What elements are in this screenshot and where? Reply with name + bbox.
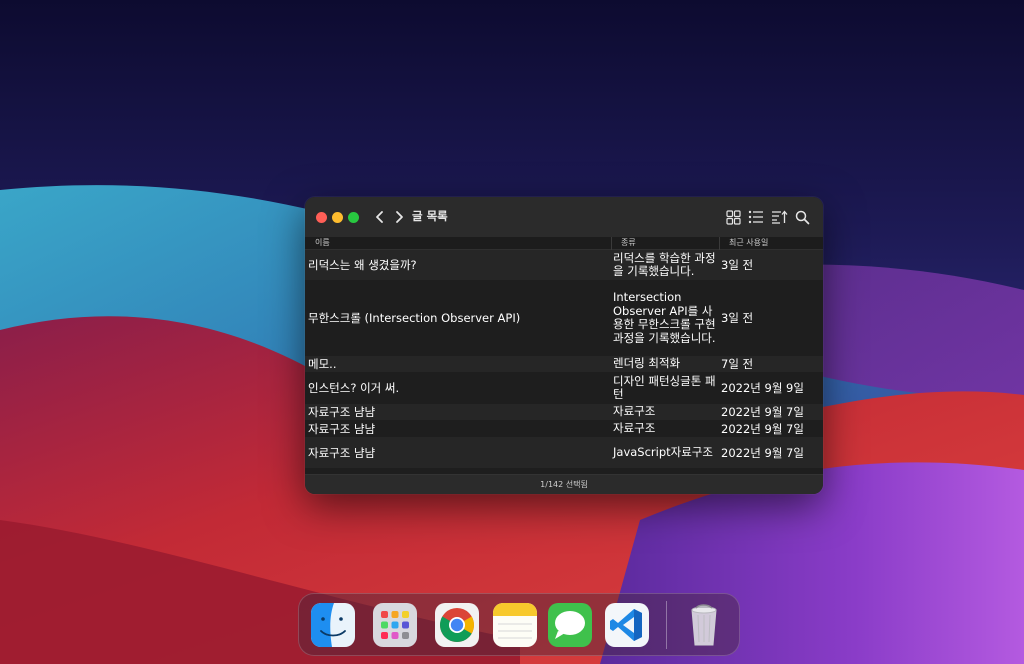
minimize-button[interactable] <box>332 212 343 223</box>
row-kind: 자료구조 <box>613 420 656 435</box>
row-name: 자료구조 냠냠 <box>308 445 376 460</box>
vscode-icon[interactable] <box>604 602 650 648</box>
sort-icon <box>771 210 787 224</box>
row-date: 2022년 9월 7일 <box>721 421 804 436</box>
window-title: 글 목록 <box>412 209 448 223</box>
trash-icon[interactable] <box>681 602 727 648</box>
row-date: 2022년 9월 9일 <box>721 381 804 395</box>
row-kind: JavaScript자료구조 <box>613 444 713 459</box>
back-button[interactable] <box>373 208 387 226</box>
column-header-name[interactable]: 이름 <box>315 238 330 248</box>
finder-window: 글 목록 이름 종류 최근 사용일 리덕스는 왜 생겼을까? 리덕스를 학습한 … <box>305 197 823 494</box>
search-icon <box>795 210 809 224</box>
maximize-button[interactable] <box>348 212 359 223</box>
launchpad-icon[interactable] <box>372 602 418 648</box>
row-name: 무한스크롤 (Intersection Observer API) <box>308 311 521 325</box>
grid-view-button[interactable] <box>724 208 742 226</box>
messages-icon[interactable] <box>547 602 593 648</box>
column-header-row: 이름 종류 최근 사용일 <box>305 237 823 250</box>
row-name: 리덕스는 왜 생겼을까? <box>308 258 417 272</box>
table-row[interactable]: 리덕스는 왜 생겼을까? 리덕스를 학습한 과정을 기록했습니다. 3일 전 <box>305 250 823 280</box>
row-kind: 디자인 패턴싱글톤 패턴 <box>613 373 716 401</box>
list-view-button[interactable] <box>747 208 765 226</box>
row-date: 2022년 9월 7일 <box>721 445 804 460</box>
title-bar: 글 목록 <box>305 197 823 237</box>
column-header-date[interactable]: 최근 사용일 <box>729 238 768 248</box>
finder-icon[interactable] <box>310 602 356 648</box>
column-divider[interactable] <box>611 237 612 250</box>
table-row[interactable]: 자료구조 냠냠 JavaScript자료구조 2022년 9월 7일 <box>305 437 823 468</box>
table-row[interactable]: 자료구조 냠냠 자료구조 2022년 9월 7일 <box>305 404 823 420</box>
row-date: 3일 전 <box>721 258 754 272</box>
row-name: 자료구조 냠냠 <box>308 421 376 436</box>
row-kind: 렌더링 최적화 <box>613 356 681 371</box>
file-list: 리덕스는 왜 생겼을까? 리덕스를 학습한 과정을 기록했습니다. 3일 전 무… <box>305 250 823 468</box>
dock-separator <box>666 601 667 649</box>
search-button[interactable] <box>793 208 811 226</box>
column-header-kind[interactable]: 종류 <box>621 238 636 248</box>
row-name: 메모.. <box>308 357 337 371</box>
row-name: 자료구조 냠냠 <box>308 405 376 419</box>
notes-icon[interactable] <box>492 602 538 648</box>
row-date: 3일 전 <box>721 311 754 325</box>
table-row[interactable]: 인스턴스? 이거 써. 디자인 패턴싱글톤 패턴 2022년 9월 9일 <box>305 372 823 404</box>
row-kind: 리덕스를 학습한 과정을 기록했습니다. <box>613 250 716 278</box>
list-view-icon <box>748 210 763 224</box>
dock <box>298 593 740 656</box>
chevron-left-icon <box>376 211 383 223</box>
table-row[interactable]: 무한스크롤 (Intersection Observer API) Inters… <box>305 280 823 356</box>
table-row[interactable]: 자료구조 냠냠 자료구조 2022년 9월 7일 <box>305 420 823 437</box>
forward-button[interactable] <box>392 208 406 226</box>
grid-view-icon <box>725 209 741 225</box>
sort-button[interactable] <box>770 208 788 226</box>
selection-count: 1/142 선택됨 <box>540 480 588 489</box>
table-row[interactable]: 메모.. 렌더링 최적화 7일 전 <box>305 356 823 372</box>
row-kind: 자료구조 <box>613 404 656 419</box>
column-divider[interactable] <box>719 237 720 250</box>
row-date: 2022년 9월 7일 <box>721 405 804 419</box>
chevron-right-icon <box>396 211 403 223</box>
row-name: 인스턴스? 이거 써. <box>308 381 400 395</box>
row-date: 7일 전 <box>721 357 754 371</box>
chrome-icon[interactable] <box>434 602 480 648</box>
status-bar: 1/142 선택됨 <box>305 474 823 494</box>
close-button[interactable] <box>316 212 327 223</box>
row-kind: Intersection Observer API를 사용한 무한스크롤 구현 … <box>613 290 716 345</box>
